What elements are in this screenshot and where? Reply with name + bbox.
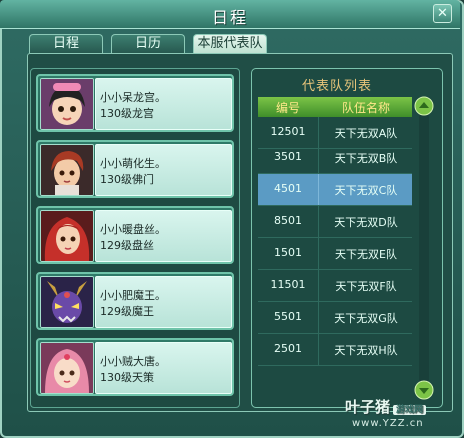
avatar-demon-icon: [40, 276, 94, 328]
team-name: 天下无双B队: [334, 152, 398, 165]
scrollbar-track[interactable]: [419, 112, 429, 384]
player-name: 小小暖盘丝。: [100, 223, 166, 236]
team-id: 1501: [274, 246, 302, 259]
player-info: 小小肥魔王。 129级魔王: [95, 276, 232, 328]
player-info: 小小萌化生。 130级佛门: [95, 144, 232, 196]
player-info: 小小贼大唐。 130级天策: [95, 342, 232, 394]
watermark-tag: 游戏网: [393, 405, 427, 415]
column-divider: [318, 206, 319, 237]
player-name: 小小贼大唐。: [100, 355, 166, 368]
team-id: 8501: [274, 214, 302, 227]
player-card[interactable]: 小小萌化生。 130级佛门: [36, 140, 234, 198]
team-name: 天下无双C队: [334, 184, 398, 197]
header-id: 编号: [275, 101, 300, 115]
table-row[interactable]: 3501 天下无双B队: [258, 142, 412, 174]
team-table-header: 编号 队伍名称: [258, 97, 412, 117]
team-id: 5501: [274, 310, 302, 323]
team-id: 11501: [270, 278, 306, 291]
player-name: 小小肥魔王。: [100, 289, 166, 302]
table-row[interactable]: 8501 天下无双D队: [258, 206, 412, 238]
table-row[interactable]: 1501 天下无双E队: [258, 238, 412, 270]
close-icon: ✕: [437, 6, 448, 21]
player-info: 小小呆龙宫。 130级龙宫: [95, 78, 232, 130]
header-team-name: 队伍名称: [341, 101, 390, 115]
team-id: 4501: [274, 182, 302, 195]
player-name: 小小呆龙宫。: [100, 91, 166, 104]
team-id: 3501: [274, 150, 302, 163]
column-divider: [318, 334, 319, 365]
tab-label: 日程: [52, 36, 79, 51]
tab-label: 本服代表队: [197, 36, 263, 51]
title-bar: 日程: [0, 0, 460, 29]
player-name: 小小萌化生。: [100, 157, 166, 170]
player-card[interactable]: 小小肥魔王。 129级魔王: [36, 272, 234, 330]
tab-label: 日历: [134, 36, 161, 51]
column-divider: [318, 302, 319, 333]
team-name: 天下无双E队: [335, 248, 397, 261]
watermark-url: www.YZZ.cn: [352, 418, 424, 429]
team-id: 2501: [274, 342, 302, 355]
player-card[interactable]: 小小贼大唐。 130级天策: [36, 338, 234, 396]
table-row[interactable]: 5501 天下无双G队: [258, 302, 412, 334]
player-level-school: 129级盘丝: [100, 239, 154, 252]
team-name: 天下无双D队: [334, 216, 398, 229]
team-name: 天下无双A队: [334, 127, 398, 140]
team-name: 天下无双H队: [334, 344, 398, 357]
column-divider: [318, 174, 319, 205]
watermark-brand: 叶子猪 游戏网: [345, 396, 427, 417]
player-card[interactable]: 小小呆龙宫。 130级龙宫: [36, 74, 234, 132]
table-row[interactable]: 11501 天下无双F队: [258, 270, 412, 302]
column-divider: [318, 238, 319, 269]
scroll-up-button[interactable]: [414, 96, 434, 116]
table-row[interactable]: 2501 天下无双H队: [258, 334, 412, 366]
close-button[interactable]: ✕: [433, 4, 452, 23]
scroll-up-icon: [414, 96, 434, 116]
window-title: 日程: [211, 8, 248, 27]
tab-calendar[interactable]: 日历: [111, 34, 185, 53]
avatar-boy-red-hair-icon: [40, 144, 94, 196]
avatar-girl-black-hair-icon: [40, 78, 94, 130]
avatar-girl-pink-hair-icon: [40, 342, 94, 394]
player-card[interactable]: 小小暖盘丝。 129级盘丝: [36, 206, 234, 264]
team-name: 天下无双G队: [334, 312, 398, 325]
player-level-school: 129级魔王: [100, 305, 154, 318]
player-level-school: 130级佛门: [100, 173, 154, 186]
player-info: 小小暖盘丝。 129级盘丝: [95, 210, 232, 262]
team-list-title: 代表队列表: [301, 79, 372, 94]
watermark-text: 叶子猪: [345, 398, 391, 416]
player-level-school: 130级龙宫: [100, 107, 154, 120]
tab-server-team[interactable]: 本服代表队: [193, 34, 267, 53]
avatar-woman-red-hair-icon: [40, 210, 94, 262]
column-divider: [318, 270, 319, 301]
table-row-selected[interactable]: 4501 天下无双C队: [258, 174, 412, 206]
player-level-school: 130级天策: [100, 371, 154, 384]
team-name: 天下无双F队: [335, 280, 397, 293]
column-divider: [318, 142, 319, 173]
tab-schedule[interactable]: 日程: [29, 34, 103, 53]
team-id: 12501: [270, 125, 306, 138]
